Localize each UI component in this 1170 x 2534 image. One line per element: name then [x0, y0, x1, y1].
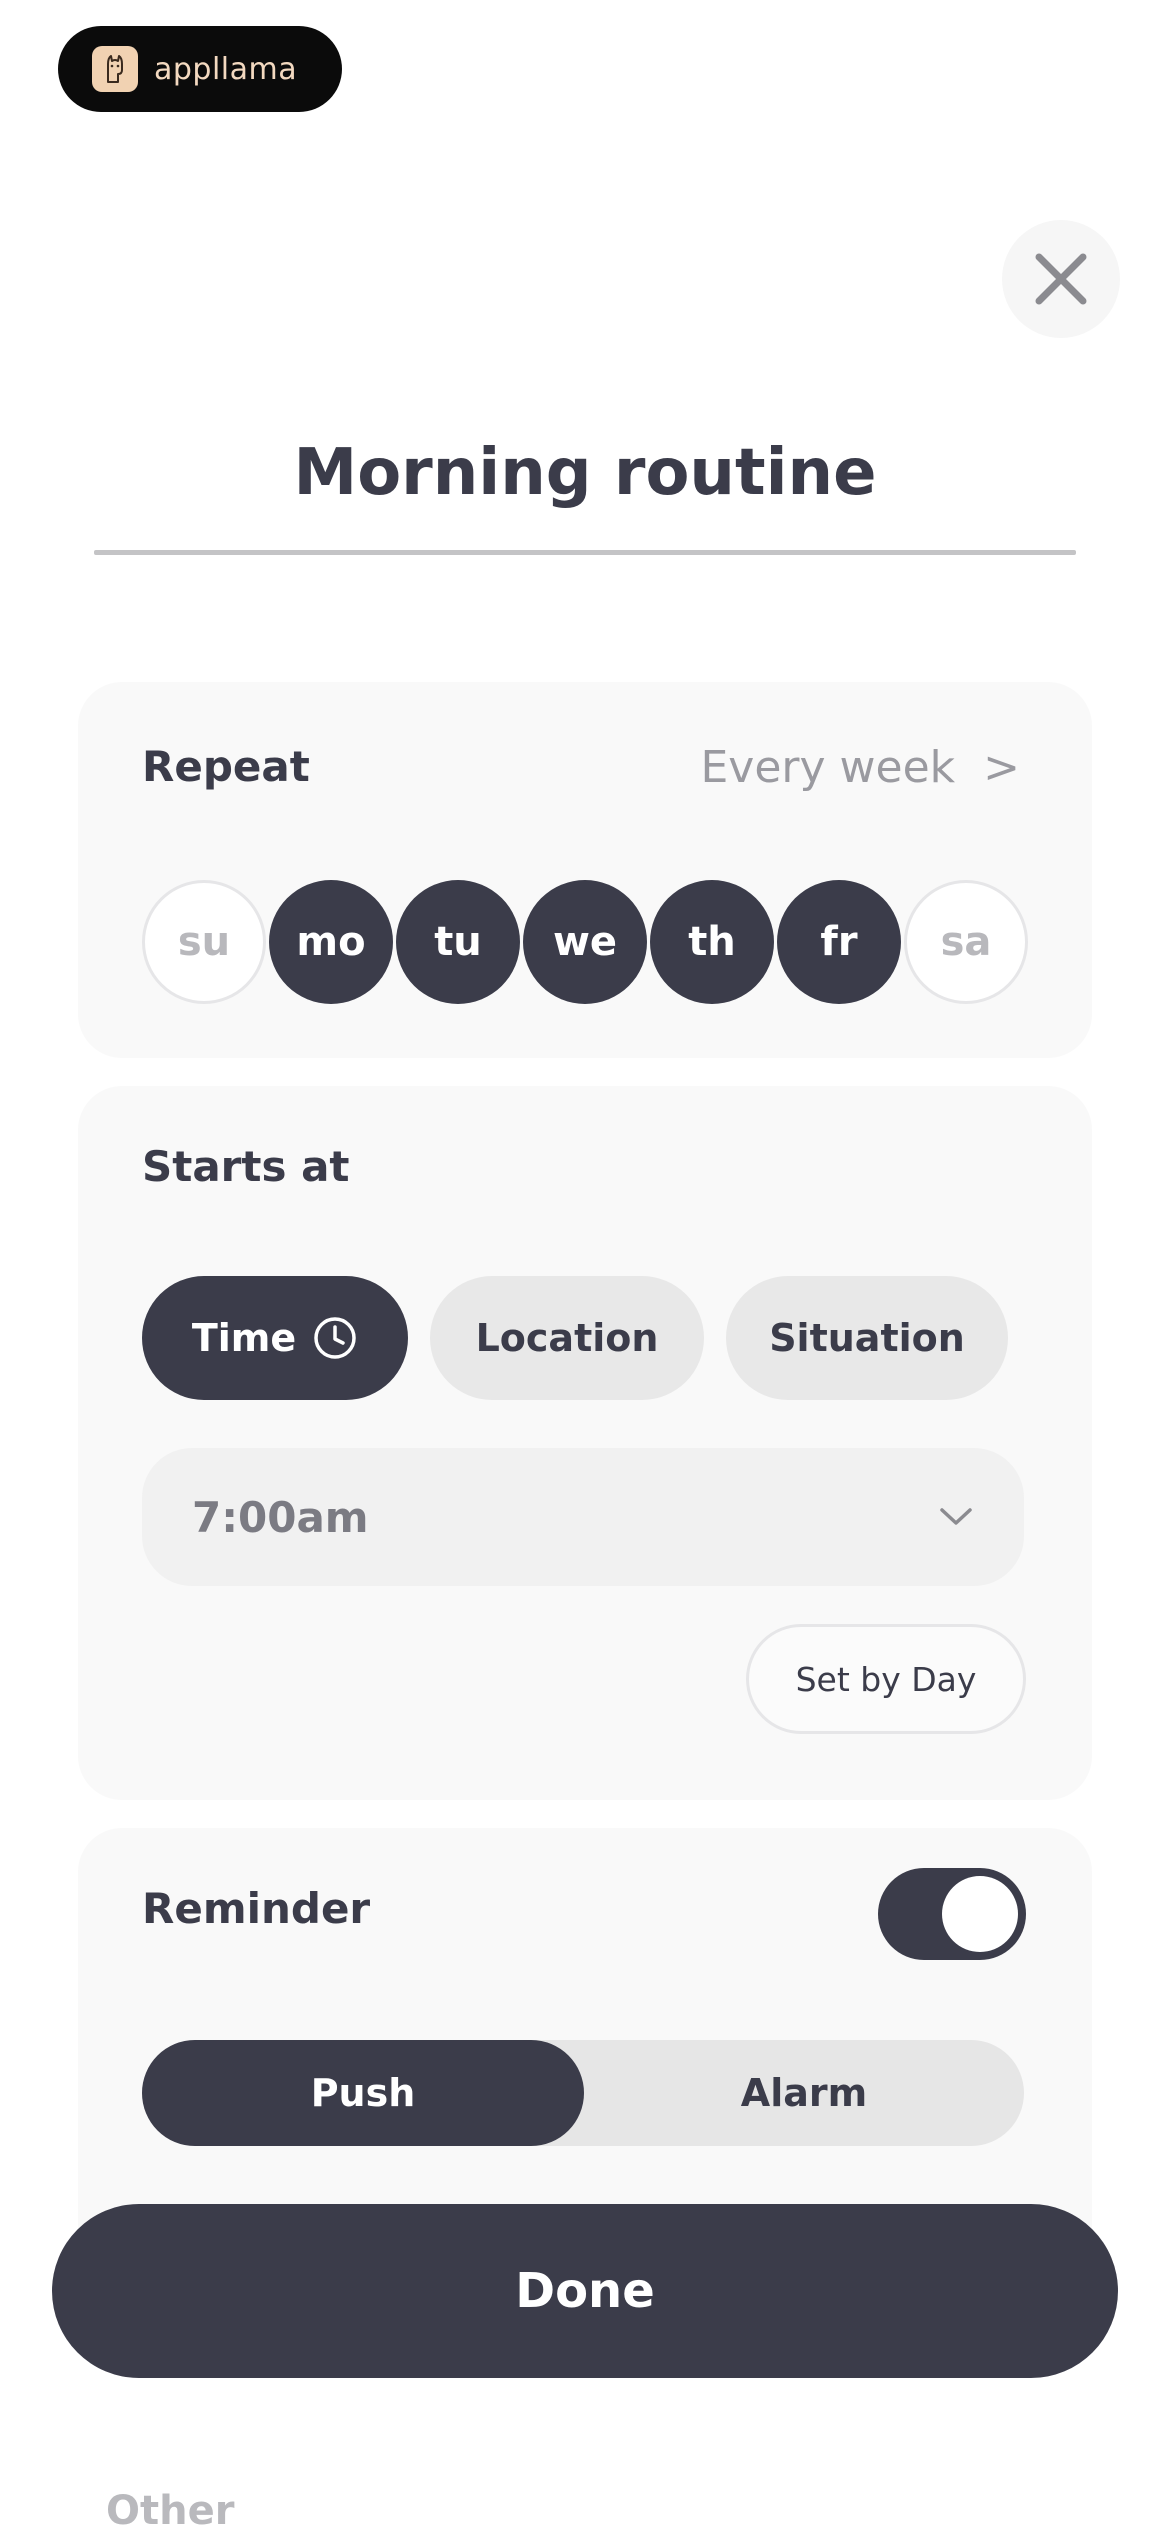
day-toggle-tu[interactable]: tu [396, 880, 520, 1004]
day-toggle-su[interactable]: su [142, 880, 266, 1004]
segment-push[interactable]: Push [142, 2040, 584, 2146]
starts-at-card: Starts at Time Location Situation 7:00am… [78, 1086, 1092, 1800]
day-toggle-fr[interactable]: fr [777, 880, 901, 1004]
day-toggle-th[interactable]: th [650, 880, 774, 1004]
time-dropdown[interactable]: 7:00am [142, 1448, 1024, 1586]
chip-time-label: Time [191, 1316, 297, 1360]
time-value: 7:00am [192, 1492, 369, 1542]
clock-icon [312, 1315, 358, 1361]
chip-location[interactable]: Location [430, 1276, 704, 1400]
starts-at-label: Starts at [142, 1142, 350, 1191]
set-by-day-button[interactable]: Set by Day [746, 1624, 1026, 1734]
repeat-card: Repeat Every week > su mo tu we th fr sa [78, 682, 1092, 1058]
day-toggle-sa[interactable]: sa [904, 880, 1028, 1004]
weekday-selector: su mo tu we th fr sa [142, 880, 1028, 1004]
trigger-type-selector: Time Location Situation [142, 1276, 1008, 1400]
reminder-mode-selector: Push Alarm [142, 2040, 1024, 2146]
llama-icon [92, 46, 138, 92]
chevron-right-icon: > [983, 742, 1020, 793]
day-toggle-mo[interactable]: mo [269, 880, 393, 1004]
close-icon [1035, 253, 1087, 305]
chip-time[interactable]: Time [142, 1276, 408, 1400]
done-button[interactable]: Done [52, 2204, 1118, 2378]
brand-logo: appllama [58, 26, 342, 112]
repeat-frequency-value: Every week [700, 742, 956, 793]
title-underline [94, 550, 1076, 555]
reminder-toggle[interactable] [878, 1868, 1026, 1960]
close-button[interactable] [1002, 220, 1120, 338]
routine-title[interactable]: Morning routine [94, 436, 1076, 510]
repeat-label: Repeat [142, 742, 310, 791]
repeat-frequency[interactable]: Every week > [700, 742, 1020, 793]
other-section-label: Other [106, 2488, 235, 2534]
toggle-knob [942, 1876, 1018, 1952]
day-toggle-we[interactable]: we [523, 880, 647, 1004]
chevron-down-icon [940, 1508, 972, 1525]
segment-alarm[interactable]: Alarm [584, 2040, 1024, 2146]
reminder-label: Reminder [142, 1884, 371, 1933]
chip-situation[interactable]: Situation [726, 1276, 1008, 1400]
brand-name: appllama [154, 51, 298, 87]
